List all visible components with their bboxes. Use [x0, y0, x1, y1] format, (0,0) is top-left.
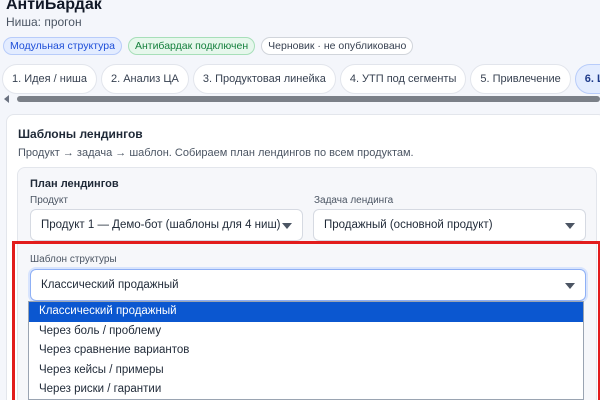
task-select-value: Продажный (основной продукт) [324, 219, 493, 231]
task-label: Задача лендинга [314, 195, 394, 206]
section-subtitle: Продукт → задача → шаблон. Собираем план… [18, 147, 414, 159]
section-title: Шаблоны лендингов [18, 127, 143, 141]
template-options-list[interactable]: Классический продажный Через боль / проб… [28, 301, 584, 400]
option-pain-problem[interactable]: Через боль / проблему [29, 322, 583, 342]
niche-subtitle: Ниша: прогон [6, 15, 82, 29]
badge-antibardak-connected: Антибардак подключен [127, 37, 256, 55]
chevron-down-icon [565, 283, 575, 289]
task-select[interactable]: Продажный (основной продукт) [313, 209, 586, 241]
scroll-left-arrow-icon[interactable] [4, 95, 9, 103]
tabs-scrollbar[interactable] [0, 95, 600, 104]
product-label: Продукт [30, 195, 68, 206]
badge-modular-structure: Модульная структура [3, 37, 122, 55]
template-label: Шаблон структуры [30, 254, 117, 265]
badge-draft-status: Черновик · не опубликовано [261, 37, 414, 55]
option-classic-sales[interactable]: Классический продажный [29, 302, 583, 322]
app-title: АнтиБардак [6, 0, 102, 13]
chevron-down-icon [282, 223, 292, 229]
option-compare-variants[interactable]: Через сравнение вариантов [29, 341, 583, 361]
chevron-down-icon [565, 223, 575, 229]
step-tabs: 1. Идея / ниша 2. Анализ ЦА 3. Продуктов… [0, 64, 600, 94]
tab-acquisition[interactable]: 5. Привлечение [470, 64, 571, 94]
template-select[interactable]: Классический продажный [30, 269, 586, 301]
template-select-value: Классический продажный [41, 279, 179, 291]
product-select[interactable]: Продукт 1 — Демо-бот (шаблоны для 4 ниш) [30, 209, 303, 241]
tab-product-line[interactable]: 3. Продуктовая линейка [192, 64, 336, 94]
product-select-value: Продукт 1 — Демо-бот (шаблоны для 4 ниш) [41, 219, 281, 231]
option-cases-examples[interactable]: Через кейсы / примеры [29, 361, 583, 381]
scrollbar-thumb[interactable] [17, 96, 600, 102]
landing-plan-title: План лендингов [30, 178, 119, 190]
option-risks-guarantees[interactable]: Через риски / гарантии [29, 380, 583, 399]
tab-audience-analysis[interactable]: 2. Анализ ЦА [100, 64, 189, 94]
tab-usp-segments[interactable]: 4. УТП под сегменты [339, 64, 467, 94]
status-badges: Модульная структура Антибардак подключен… [3, 37, 414, 55]
tab-idea-niche[interactable]: 1. Идея / ниша [2, 64, 97, 94]
tab-landing-templates[interactable]: 6. Шаблоны лендингов [574, 64, 600, 94]
